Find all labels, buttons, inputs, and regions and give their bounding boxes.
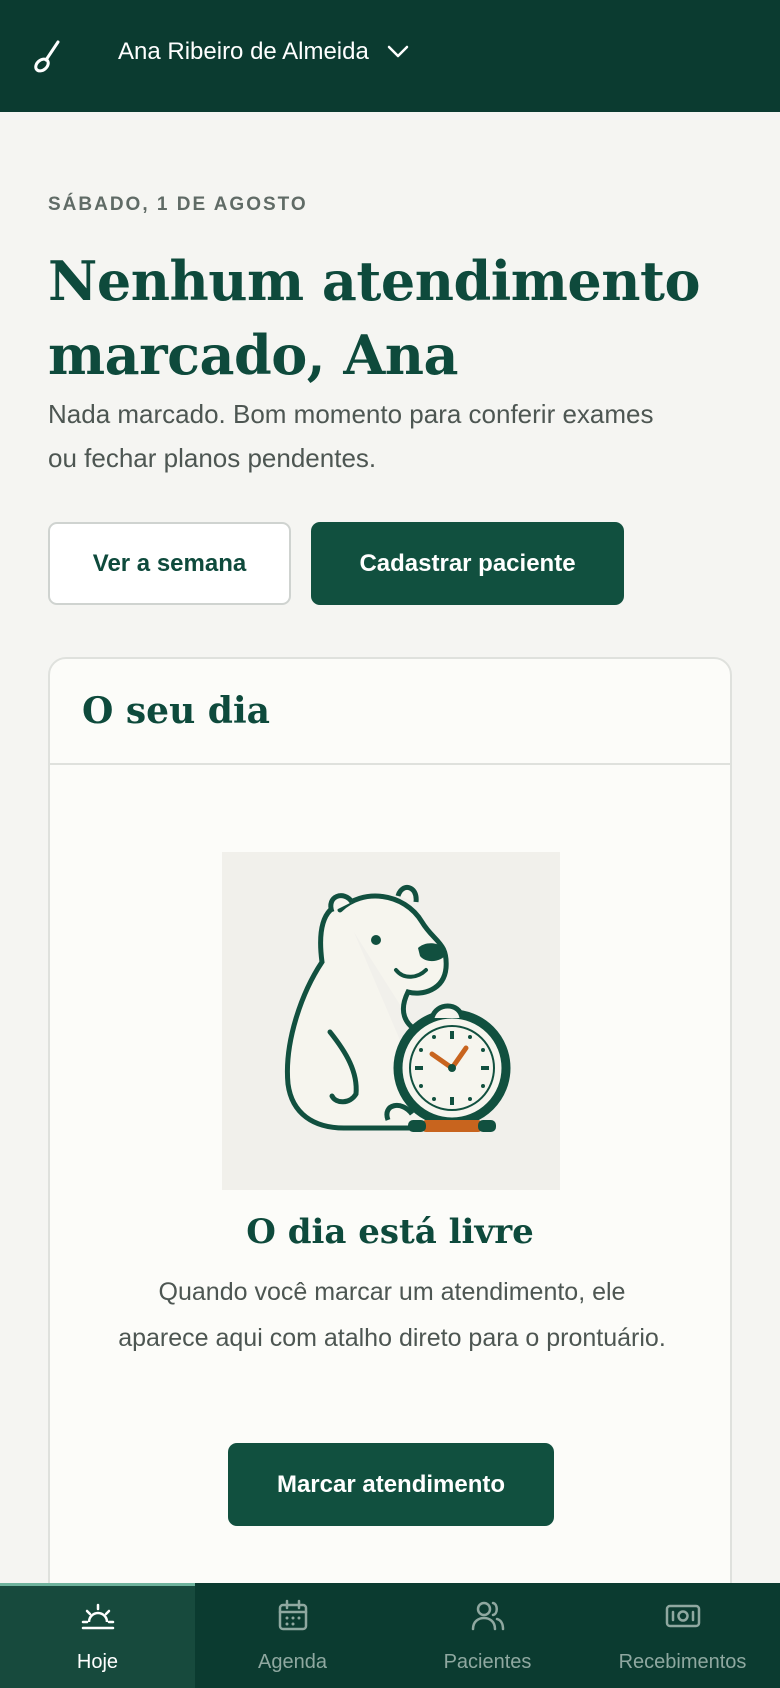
- tab-pacientes[interactable]: Pacientes: [390, 1583, 585, 1688]
- current-date: SÁBADO, 1 DE AGOSTO: [48, 194, 308, 215]
- page-subtitle: Nada marcado. Bom momento para conferir …: [48, 399, 654, 473]
- sunrise-icon: [79, 1597, 117, 1641]
- capybara-clock-illustration: [222, 852, 560, 1190]
- book-appointment-button[interactable]: Marcar atendimento: [228, 1443, 554, 1526]
- day-card-title: O seu dia: [82, 690, 270, 732]
- tab-recebimentos[interactable]: Recebimentos: [585, 1583, 780, 1688]
- day-card: O seu dia O dia está livre Quando você m…: [48, 657, 732, 1688]
- day-card-header: O seu dia: [50, 659, 730, 765]
- tab-hoje[interactable]: Hoje: [0, 1583, 195, 1688]
- register-patient-button[interactable]: Cadastrar paciente: [311, 522, 624, 605]
- user-name: Ana Ribeiro de Almeida: [118, 38, 369, 65]
- tab-label: Hoje: [76, 1651, 119, 1673]
- view-week-button[interactable]: Ver a semana: [48, 522, 291, 605]
- top-bar: Ana Ribeiro de Almeida: [0, 0, 780, 112]
- users-icon: [469, 1597, 507, 1641]
- spoon-leaf-icon[interactable]: [32, 38, 64, 74]
- tab-label: Pacientes: [443, 1651, 532, 1673]
- user-switcher[interactable]: Ana Ribeiro de Almeida: [118, 38, 409, 66]
- empty-state-title: O dia está livre: [246, 1212, 534, 1252]
- empty-state-text: Quando você marcar um atendimento, ele a…: [118, 1278, 666, 1352]
- tab-agenda[interactable]: Agenda: [195, 1583, 390, 1688]
- chevron-down-icon: [387, 38, 409, 66]
- tab-label: Recebimentos: [618, 1651, 747, 1673]
- banknote-icon: [664, 1597, 702, 1641]
- bottom-tab-bar: Hoje Agenda Pacientes Recebimentos: [0, 1583, 780, 1688]
- tab-label: Agenda: [258, 1651, 327, 1673]
- calendar-icon: [274, 1597, 312, 1641]
- page-title: Nenhum atendimento marcado, Ana: [48, 249, 700, 387]
